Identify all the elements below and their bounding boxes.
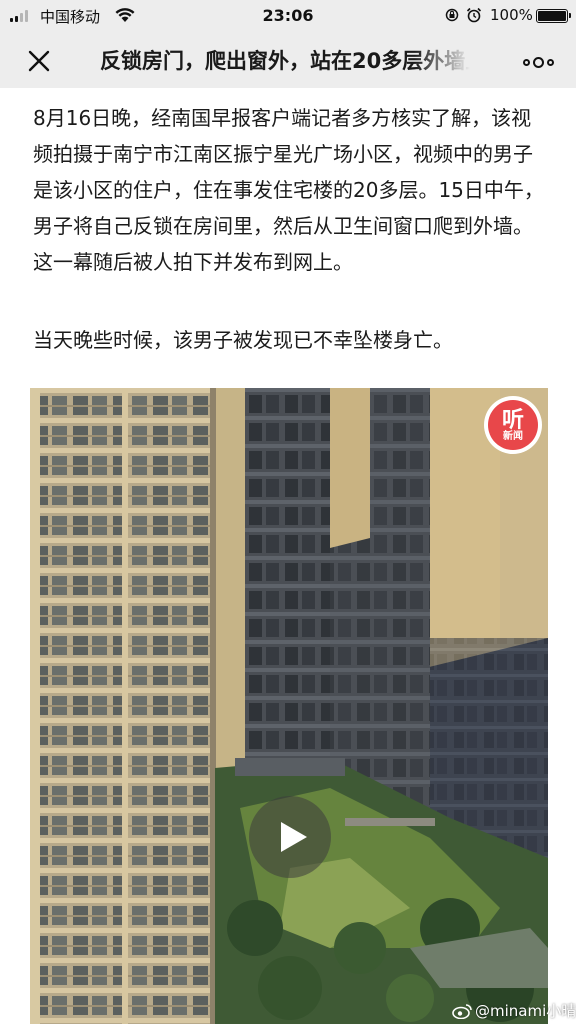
news-logo-text: 听 xyxy=(501,406,524,433)
article-paragraph: 当天晚些时候，该男子被发现已不幸坠楼身亡。 xyxy=(33,328,453,352)
nav-bar: 反锁房门，爬出窗外，站在20多层外墙上 xyxy=(0,32,576,88)
close-icon xyxy=(28,50,50,72)
news-logo: 听 新闻 xyxy=(484,396,542,454)
more-button[interactable] xyxy=(518,52,558,72)
more-icon xyxy=(522,58,530,66)
battery-percentage: 100% xyxy=(490,6,533,24)
orientation-lock-icon xyxy=(445,8,459,22)
status-bar: 中国移动 23:06 100% xyxy=(0,0,576,32)
watermark-text: @minami小晴 xyxy=(475,1002,576,1020)
news-logo-subtext: 新闻 xyxy=(503,430,523,442)
video-thumbnail xyxy=(30,388,548,1024)
battery-icon xyxy=(536,9,571,23)
weibo-icon xyxy=(452,1003,472,1019)
watermark: @minami小晴 xyxy=(452,1000,576,1021)
play-icon xyxy=(281,822,307,852)
article-body: 8月16日晚，经南国早报客户端记者多方核实了解，该视频拍摄于南宁市江南区振宁星光… xyxy=(33,100,548,358)
close-button[interactable] xyxy=(22,44,56,78)
alarm-icon xyxy=(466,7,482,23)
article-paragraph: 8月16日晚，经南国早报客户端记者多方核实了解，该视频拍摄于南宁市江南区振宁星光… xyxy=(33,106,544,274)
video-player[interactable]: 听 新闻 xyxy=(30,388,548,1024)
page-title: 反锁房门，爬出窗外，站在20多层外墙上 xyxy=(100,49,470,73)
play-button[interactable] xyxy=(249,796,331,878)
